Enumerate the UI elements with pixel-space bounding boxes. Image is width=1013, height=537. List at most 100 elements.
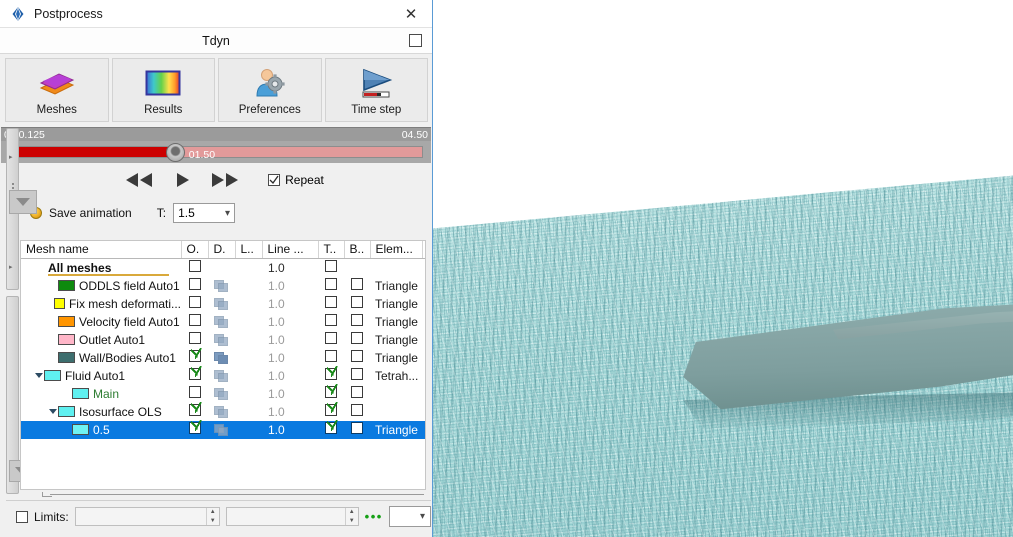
cell-elem[interactable]: Triangle [370,421,422,439]
stepper-up-icon-2[interactable]: ▲ [346,508,358,517]
color-swatch[interactable] [72,424,89,435]
limits-max-spinner[interactable]: ▲▼ [226,507,359,526]
cell-elem[interactable] [370,258,422,277]
color-swatch[interactable] [58,280,75,291]
display-style-icon[interactable] [214,298,229,311]
row-checkbox[interactable] [325,332,337,344]
limits-max-stepper[interactable]: ▲▼ [345,508,358,525]
cell-d[interactable] [208,331,235,349]
cell-d[interactable] [208,277,235,295]
table-row[interactable]: Velocity field Auto11.0Triangle [21,313,425,331]
cell-line[interactable]: 1.0 [262,421,318,439]
row-checkbox[interactable] [325,314,337,326]
expand-arrow-icon[interactable] [33,373,44,378]
save-animation-label[interactable]: Save animation [49,206,132,220]
col-o[interactable]: O. [181,241,208,258]
cell-line[interactable]: 1.0 [262,349,318,367]
row-checkbox[interactable] [189,350,201,362]
timeline-slider-row[interactable]: 01.50 [1,141,431,163]
cell-t[interactable] [318,295,344,313]
cell-o[interactable] [181,385,208,403]
cell-o[interactable] [181,258,208,277]
cell-o[interactable] [181,277,208,295]
mesh-row-name[interactable]: Fix mesh deformati... [21,295,181,313]
row-checkbox[interactable] [189,404,201,416]
cell-o[interactable] [181,349,208,367]
cell-line[interactable]: 1.0 [262,385,318,403]
display-style-icon[interactable] [214,424,229,437]
mesh-row-name[interactable]: Velocity field Auto1 [21,313,181,331]
table-row[interactable]: All meshes1.0 [21,258,425,277]
cell-o[interactable] [181,313,208,331]
mesh-row-name[interactable]: 0.5 [21,421,181,439]
cell-t[interactable] [318,385,344,403]
cell-d[interactable] [208,421,235,439]
mesh-row-name[interactable]: Outlet Auto1 [21,331,181,349]
cell-o[interactable] [181,421,208,439]
table-row[interactable]: ODDLS field Auto11.0Triangle [21,277,425,295]
cell-t[interactable] [318,277,344,295]
row-checkbox[interactable] [351,296,363,308]
limits-min-stepper[interactable]: ▲▼ [206,508,219,525]
stepper-down-icon[interactable]: ▼ [207,517,219,526]
row-checkbox[interactable] [325,260,337,272]
cell-o[interactable] [181,367,208,385]
table-row[interactable]: 0.5 1.0 Triangle [21,421,425,439]
display-style-icon[interactable] [214,334,229,347]
display-style-icon[interactable] [214,352,229,365]
row-checkbox[interactable] [351,368,363,380]
cell-elem[interactable]: Tetrah... [370,367,422,385]
cell-d[interactable] [208,313,235,331]
limits-max-input[interactable] [227,508,345,525]
timeline-track[interactable]: 01.50 [9,146,423,158]
row-checkbox[interactable] [351,314,363,326]
cell-t[interactable] [318,258,344,277]
horizontal-splitter[interactable] [6,492,426,497]
color-swatch[interactable] [58,316,75,327]
display-style-icon[interactable] [214,280,229,293]
rewind-icon[interactable] [124,172,154,188]
mesh-row-name[interactable]: Fluid Auto1 [21,367,181,385]
cell-d[interactable] [208,403,235,421]
cell-t[interactable] [318,403,344,421]
cell-d[interactable] [208,385,235,403]
mesh-row-name[interactable]: Main [21,385,181,403]
mesh-row-name[interactable]: Isosurface OLS [21,403,181,421]
row-checkbox[interactable] [351,278,363,290]
col-l[interactable]: L.. [235,241,262,258]
cell-b[interactable] [344,331,370,349]
timeline-handle[interactable] [166,143,185,162]
mesh-row-name[interactable]: Wall/Bodies Auto1 [21,349,181,367]
t-value-select[interactable]: 1.5 ▾ [173,203,235,223]
cell-o[interactable] [181,403,208,421]
3d-viewport[interactable] [433,0,1013,537]
cell-o[interactable] [181,295,208,313]
cell-b[interactable] [344,295,370,313]
mesh-row-name[interactable]: All meshes [21,259,181,277]
stepper-down-icon-2[interactable]: ▼ [346,517,358,526]
cell-t[interactable] [318,367,344,385]
cell-b[interactable] [344,349,370,367]
row-checkbox[interactable] [351,332,363,344]
cell-elem[interactable] [370,403,422,421]
cell-t[interactable] [318,313,344,331]
display-style-icon[interactable] [214,406,229,419]
table-row[interactable]: Main 1.0 [21,385,425,403]
color-swatch[interactable] [58,406,75,417]
cell-elem[interactable]: Triangle [370,349,422,367]
cell-elem[interactable]: Triangle [370,277,422,295]
row-checkbox[interactable] [189,278,201,290]
collapse-panel-button-top[interactable] [9,190,37,214]
cell-b[interactable] [344,313,370,331]
color-swatch[interactable] [72,388,89,399]
cell-o[interactable] [181,331,208,349]
cell-elem[interactable] [370,385,422,403]
row-checkbox[interactable] [189,314,201,326]
color-swatch[interactable] [54,298,65,309]
cell-line[interactable]: 1.0 [262,295,318,313]
cell-elem[interactable]: Triangle [370,313,422,331]
display-style-icon[interactable] [214,316,229,329]
row-checkbox[interactable] [325,296,337,308]
play-icon[interactable] [174,172,190,188]
display-style-icon[interactable] [214,388,229,401]
